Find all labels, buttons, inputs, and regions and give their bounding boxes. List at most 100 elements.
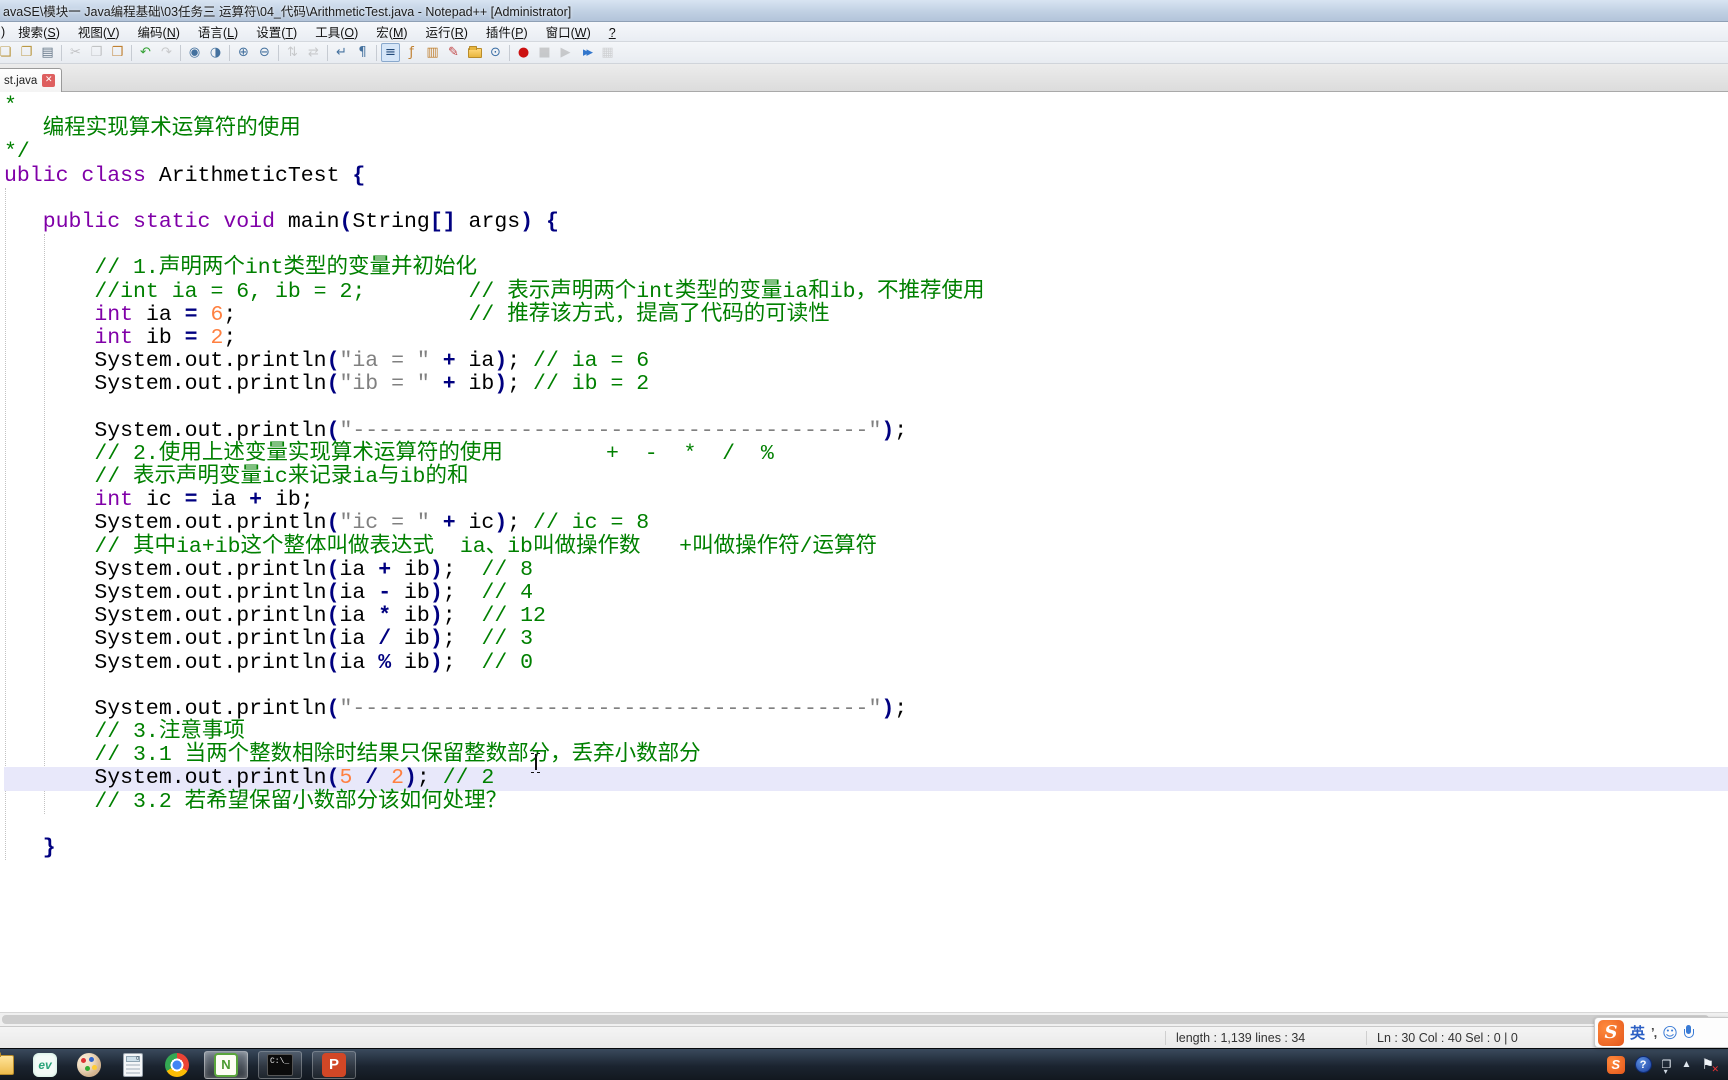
taskbar-item-cmd[interactable]: C:\_	[258, 1050, 302, 1079]
powerpoint-icon: P	[322, 1052, 346, 1077]
taskbar-item-paint[interactable]	[72, 1051, 106, 1079]
tray-window-switch-icon[interactable]: ❐ ▾	[1662, 1058, 1672, 1076]
code-line[interactable]	[4, 234, 1728, 257]
code-line[interactable]: int ia = 6; // 推荐该方式，提高了代码的可读性	[4, 303, 1728, 327]
code-line[interactable]: System.out.println(ia - ib); // 4	[4, 581, 1728, 605]
code-line[interactable]: */	[4, 141, 1728, 164]
function-list-icon[interactable]: ƒ	[402, 43, 421, 62]
code-line[interactable]: // 其中ia+ib这个整体叫做表达式 ia、ib叫做操作数 +叫做操作符/运算…	[4, 535, 1728, 559]
taskbar-item-powerpoint[interactable]: P	[312, 1050, 356, 1079]
find-icon[interactable]: ◉	[185, 43, 204, 62]
code-line[interactable]: // 3.2 若希望保留小数部分该如何处理？	[4, 790, 1728, 814]
menu-item-N[interactable]: 编码(N)	[129, 25, 189, 41]
zoom-in-icon[interactable]: ⊕	[234, 43, 253, 62]
code-line[interactable]: System.out.println("ib = " + ib); // ib …	[4, 373, 1728, 396]
code-line[interactable]	[4, 396, 1728, 419]
scrollbar-thumb[interactable]	[2, 1015, 1709, 1024]
ime-punctuation-toggle[interactable]: ’,	[1651, 1025, 1657, 1040]
code-line[interactable]: // 3.1 当两个整数相除时结果只保留整数部分，丢弃小数部分	[4, 744, 1728, 767]
code-line[interactable]: // 2.使用上述变量实现算术运算符的使用 + - * / %	[4, 442, 1728, 466]
window-title: avaSE\模块一 Java编程基础\03任务三 运算符\04_代码\Arith…	[3, 5, 572, 19]
code-line[interactable]: *	[4, 94, 1728, 118]
doc-switcher-icon[interactable]: ✎	[444, 43, 463, 62]
menu-item-S[interactable]: 搜索(S)	[9, 25, 69, 41]
code-line[interactable]	[4, 188, 1728, 211]
code-line[interactable]: // 1.声明两个int类型的变量并初始化	[4, 257, 1728, 280]
tray-help-icon[interactable]: ?	[1634, 1056, 1652, 1073]
tray-sogou-icon[interactable]: S	[1606, 1055, 1625, 1074]
paint-palette-icon	[77, 1052, 101, 1077]
doc-map-icon[interactable]: ▥	[423, 43, 442, 62]
code-line[interactable]: // 3.注意事项	[4, 720, 1728, 744]
word-wrap-icon[interactable]: ↵	[332, 43, 351, 62]
code-line[interactable]: System.out.println(ia / ib); // 3	[4, 628, 1728, 651]
code-line[interactable]: int ib = 2;	[4, 326, 1728, 350]
menu-item-help[interactable]: ?	[600, 25, 625, 41]
zoom-out-icon[interactable]: ⊖	[255, 43, 274, 62]
sogou-logo-icon[interactable]: S	[1598, 1019, 1624, 1046]
code-line[interactable]: 编程实现算术运算符的使用	[4, 118, 1728, 141]
title-bar: avaSE\模块一 Java编程基础\03任务三 运算符\04_代码\Arith…	[0, 0, 1728, 22]
taskbar-item-notepad-plus-plus[interactable]: N	[204, 1050, 248, 1079]
code-line[interactable]: // 表示声明变量ic来记录ia与ib的和	[4, 465, 1728, 489]
tab-arithmetictest-java[interactable]: st.java ✕	[0, 68, 63, 92]
menu-item-T[interactable]: 设置(T)	[247, 25, 306, 41]
code-line[interactable]: System.out.println("--------------------…	[4, 697, 1728, 721]
code-line[interactable]: //int ia = 6, ib = 2; // 表示声明两个int类型的变量i…	[4, 280, 1728, 304]
taskbar-item-explorer[interactable]	[0, 1051, 18, 1079]
replace-icon[interactable]: ◑	[206, 43, 225, 62]
macro-save-icon[interactable]: ▦	[598, 43, 617, 62]
sync-scroll-v-icon[interactable]: ⇅	[283, 43, 302, 62]
macro-record-icon[interactable]: ●	[514, 43, 533, 62]
code-line[interactable]: System.out.println(ia + ib); // 8	[4, 558, 1728, 582]
menu-item-O[interactable]: 工具(O)	[306, 25, 367, 41]
taskbar-item-chrome[interactable]	[160, 1051, 194, 1079]
code-line[interactable]: }	[4, 836, 1728, 860]
macro-play-icon[interactable]: ▶	[556, 43, 575, 62]
code-line[interactable]: public static void main(String[] args) {	[4, 210, 1728, 234]
cut-icon[interactable]: ✂	[66, 43, 85, 62]
taskbar-item-ev-capture[interactable]: ev	[28, 1051, 62, 1079]
undo-icon[interactable]: ↶	[136, 43, 155, 62]
copy-icon[interactable]: ❐	[87, 43, 106, 62]
ime-language-toggle[interactable]: 英	[1630, 1022, 1645, 1043]
tray-action-center-flag-icon[interactable]: ⚑ ✕	[1701, 1057, 1719, 1075]
menu-item-M[interactable]: 宏(M)	[367, 25, 416, 41]
code-line-current[interactable]: System.out.println(5 / 2); // 2	[4, 767, 1728, 791]
horizontal-scrollbar[interactable]	[0, 1012, 1728, 1026]
code-line[interactable]: System.out.println(ia * ib); // 12	[4, 605, 1728, 628]
menu-item-P[interactable]: 插件(P)	[477, 25, 537, 41]
menu-item-W[interactable]: 窗口(W)	[537, 25, 600, 41]
menu-item-L[interactable]: 语言(L)	[189, 25, 247, 41]
ime-microphone-icon[interactable]	[1683, 1024, 1694, 1041]
code-line[interactable]	[4, 675, 1728, 698]
code-line[interactable]: System.out.println(ia % ib); // 0	[4, 651, 1728, 675]
sync-scroll-h-icon[interactable]: ⇄	[304, 43, 323, 62]
code-line[interactable]: int ic = ia + ib;	[4, 489, 1728, 512]
tab-close-icon[interactable]: ✕	[42, 74, 56, 87]
indent-guide-icon[interactable]: ≡	[381, 43, 400, 62]
code-line[interactable]: ublic class ArithmeticTest {	[4, 164, 1728, 188]
menu-item-clipped[interactable]: )	[0, 25, 9, 39]
code-line[interactable]	[4, 814, 1728, 837]
macro-run-multiple-icon[interactable]: ▸▸	[577, 43, 596, 62]
code-line[interactable]: System.out.println("ia = " + ia); // ia …	[4, 349, 1728, 373]
folder-workspace-icon[interactable]	[465, 43, 484, 62]
macro-stop-icon[interactable]: ■	[535, 43, 554, 62]
taskbar-item-calculator[interactable]: 0	[116, 1051, 150, 1079]
tray-show-hidden-icons-icon[interactable]: ▲	[1682, 1059, 1692, 1070]
monitoring-icon[interactable]: ⊙	[486, 43, 505, 62]
code-line[interactable]: System.out.println("ic = " + ic); // ic …	[4, 512, 1728, 535]
close-doc-icon[interactable]: ❏	[0, 43, 15, 62]
code-line[interactable]: System.out.println("--------------------…	[4, 419, 1728, 443]
print-icon[interactable]: ▤	[38, 43, 57, 62]
code-editor[interactable]: * 编程实现算术运算符的使用 */ublic class ArithmeticTe…	[0, 92, 1728, 1012]
text-cursor-ibeam	[530, 752, 541, 772]
ime-emoji-button[interactable]: ☺	[1662, 1024, 1678, 1042]
close-all-docs-icon[interactable]: ❐	[17, 43, 36, 62]
menu-item-R[interactable]: 运行(R)	[417, 25, 477, 41]
paste-icon[interactable]: ❒	[108, 43, 127, 62]
show-all-chars-icon[interactable]: ¶	[353, 43, 372, 62]
redo-icon[interactable]: ↷	[157, 43, 176, 62]
menu-item-V[interactable]: 视图(V)	[69, 25, 129, 41]
